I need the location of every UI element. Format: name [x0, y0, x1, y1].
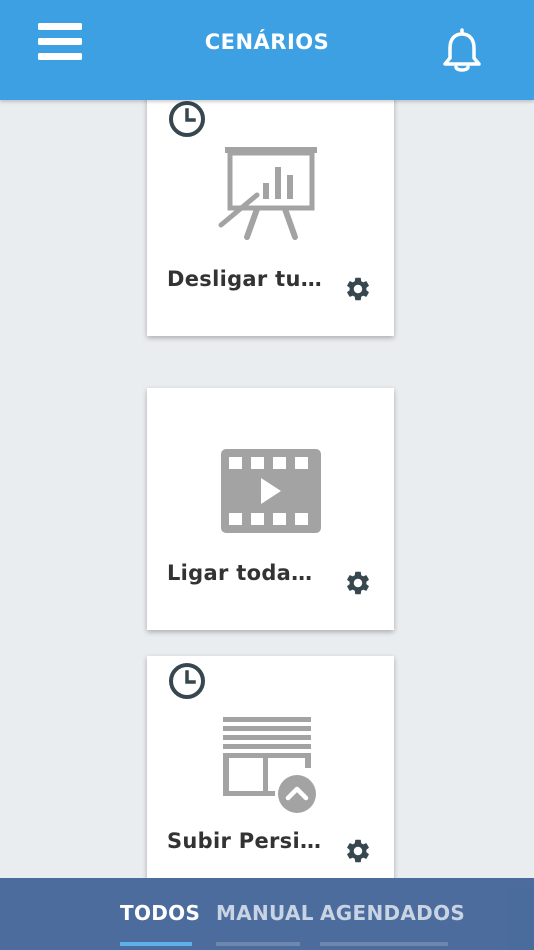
- presentation-board-icon: [218, 147, 317, 240]
- schedule-indicator: [167, 661, 207, 701]
- tab-label: TODOS: [120, 901, 201, 925]
- scene-settings-button[interactable]: [344, 569, 372, 597]
- schedule-indicator: [167, 100, 207, 139]
- scene-settings-button[interactable]: [344, 837, 372, 865]
- notifications-button[interactable]: [440, 26, 484, 74]
- scene-icon: [215, 435, 327, 547]
- scene-name: Ligar toda…: [167, 561, 313, 585]
- top-app-bar: CENÁRIOS: [0, 0, 534, 100]
- blinds-up-icon: [223, 717, 316, 813]
- scene-card[interactable]: Subir Persi…: [147, 656, 394, 878]
- scene-name: Subir Persi…: [167, 829, 322, 853]
- scene-name: Desligar tu…: [167, 267, 323, 291]
- scene-card[interactable]: Ligar toda…: [147, 388, 394, 630]
- video-play-icon: [221, 449, 321, 533]
- scene-settings-button[interactable]: [344, 275, 372, 303]
- gear-icon: [347, 277, 369, 301]
- tab-manual[interactable]: MANUAL: [216, 878, 314, 950]
- tab-indicator: [216, 942, 300, 946]
- filter-tab-bar: TODOS MANUAL AGENDADOS: [0, 878, 534, 950]
- tab-label: MANUAL: [216, 901, 314, 925]
- gear-icon: [347, 839, 369, 863]
- tab-todos[interactable]: TODOS: [120, 878, 201, 950]
- scene-card[interactable]: Desligar tu…: [147, 100, 394, 336]
- tab-indicator: [320, 942, 448, 946]
- bell-icon: [443, 28, 481, 72]
- scene-icon: [215, 141, 327, 253]
- scene-list[interactable]: Desligar tu… Ligar toda… Subir Persi…: [0, 100, 534, 878]
- tab-indicator: [120, 942, 192, 946]
- tab-agendados[interactable]: AGENDADOS: [320, 878, 466, 950]
- tab-label: AGENDADOS: [320, 901, 466, 925]
- scene-icon: [215, 703, 327, 815]
- clock-icon: [169, 663, 205, 699]
- gear-icon: [347, 571, 369, 595]
- clock-icon: [169, 101, 205, 137]
